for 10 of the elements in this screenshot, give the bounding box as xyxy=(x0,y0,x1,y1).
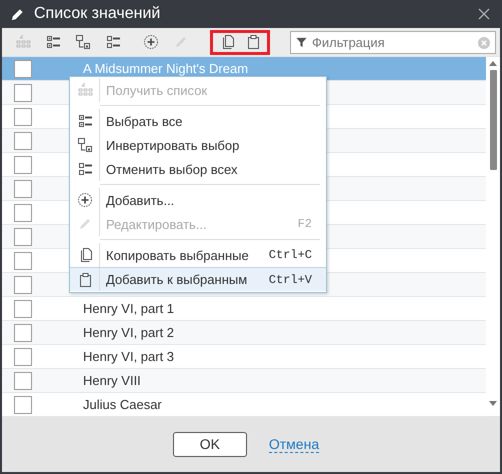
shortcut-label: Ctrl+C xyxy=(268,248,312,262)
window-title: Список значений xyxy=(34,5,162,23)
row-label: A Midsummer Night's Dream xyxy=(83,61,248,76)
shortcut-label: Ctrl+V xyxy=(268,272,312,286)
shortcut-label: F2 xyxy=(298,217,312,231)
row-label: Henry VI, part 2 xyxy=(83,325,174,340)
row-label: Henry VI, part 1 xyxy=(83,301,174,316)
row-label: Julius Caesar xyxy=(83,397,162,412)
row-label: Henry VI, part 3 xyxy=(83,349,174,364)
row-label: Henry VIII xyxy=(83,373,141,388)
